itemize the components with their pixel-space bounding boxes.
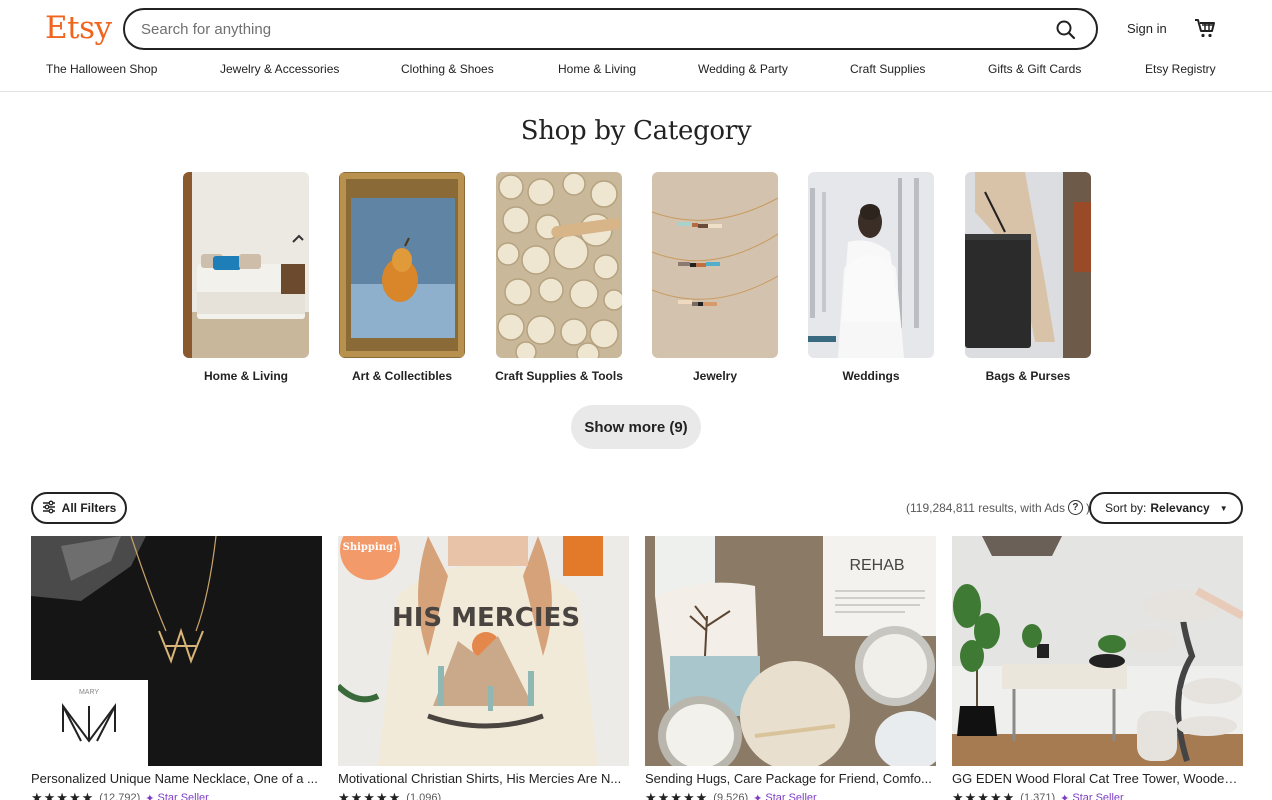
listing-card[interactable]: GG EDEN Wood Floral Cat Tree Tower, Wood… xyxy=(952,536,1243,800)
category-image xyxy=(339,172,465,358)
listing-rating: ★★★★★ (1,371) ✦ Star Seller xyxy=(952,790,1243,800)
category-jewelry[interactable]: Jewelry xyxy=(652,172,778,383)
nav-home-living[interactable]: Home & Living xyxy=(558,62,636,76)
results-count-text: (119,284,811 results, with Ads xyxy=(906,500,1065,515)
sign-in-link[interactable]: Sign in xyxy=(1127,21,1167,36)
listing-rating: ★★★★★ (9,526) ✦ Star Seller xyxy=(645,790,936,800)
listing-card[interactable]: Shipping! HIS MERCIES Motivational Chris… xyxy=(338,536,629,800)
nav-halloween-shop[interactable]: The Halloween Shop xyxy=(46,62,157,76)
review-count: (12,792) xyxy=(99,792,141,800)
category-weddings[interactable]: Weddings xyxy=(808,172,934,383)
nav-gifts-gift-cards[interactable]: Gifts & Gift Cards xyxy=(988,62,1081,76)
listing-rating: ★★★★★ (12,792) ✦ Star Seller xyxy=(31,790,322,800)
listing-card[interactable]: REHAB Sending Hugs, Care Package for Fri… xyxy=(645,536,936,800)
category-nav: The Halloween Shop Jewelry & Accessories… xyxy=(0,60,1272,80)
sort-dropdown[interactable]: Sort by: Relevancy ▼ xyxy=(1089,492,1243,524)
star-rating-icon: ★★★★★ xyxy=(338,790,402,800)
category-label: Bags & Purses xyxy=(985,369,1071,383)
category-image xyxy=(183,172,309,358)
filter-sliders-icon xyxy=(42,500,56,517)
nav-wedding-party[interactable]: Wedding & Party xyxy=(698,62,788,76)
star-seller-icon: ✦ xyxy=(1060,792,1070,800)
nav-jewelry-accessories[interactable]: Jewelry & Accessories xyxy=(220,62,339,76)
results-count: (119,284,811 results, with Ads ? ) xyxy=(906,500,1090,515)
listing-rating: ★★★★★ (1,096) xyxy=(338,790,629,800)
star-seller-badge: ✦ Star Seller xyxy=(753,792,817,800)
site-header: Etsy Sign in The Halloween Shop Jewelry … xyxy=(0,0,1272,92)
all-filters-button[interactable]: All Filters xyxy=(31,492,127,524)
star-seller-badge: ✦ Star Seller xyxy=(1060,792,1124,800)
search-bar[interactable] xyxy=(123,8,1098,50)
star-seller-icon: ✦ xyxy=(145,792,155,800)
caret-down-icon: ▼ xyxy=(1219,503,1228,513)
show-more-categories-button[interactable]: Show more (9) xyxy=(571,405,701,449)
search-icon[interactable] xyxy=(1054,18,1078,42)
star-rating-icon: ★★★★★ xyxy=(952,790,1016,800)
all-filters-label: All Filters xyxy=(61,501,117,515)
category-home-living[interactable]: Home & Living xyxy=(183,172,309,383)
category-art-collectibles[interactable]: Art & Collectibles xyxy=(339,172,465,383)
review-count: (1,371) xyxy=(1020,792,1056,800)
etsy-logo[interactable]: Etsy xyxy=(45,10,112,46)
listing-title[interactable]: Motivational Christian Shirts, His Merci… xyxy=(338,771,629,786)
listing-card[interactable]: MARY Personalized Unique Name Necklace, … xyxy=(31,536,322,800)
star-rating-icon: ★★★★★ xyxy=(645,790,709,800)
listing-overlay-text: MARY xyxy=(79,689,99,696)
listing-image: REHAB xyxy=(645,536,936,766)
listing-image: MARY xyxy=(31,536,322,766)
cart-icon[interactable] xyxy=(1193,16,1217,40)
listing-image: Shipping! HIS MERCIES xyxy=(338,536,629,766)
nav-etsy-registry[interactable]: Etsy Registry xyxy=(1145,62,1216,76)
star-seller-icon: ✦ xyxy=(753,792,763,800)
help-question-icon[interactable]: ? xyxy=(1067,500,1083,515)
listing-overlay-text: HIS MERCIES xyxy=(392,603,580,633)
nav-craft-supplies[interactable]: Craft Supplies xyxy=(850,62,925,76)
category-bags-purses[interactable]: Bags & Purses xyxy=(965,172,1091,383)
search-input[interactable] xyxy=(141,20,1021,38)
review-count: (1,096) xyxy=(406,792,442,800)
category-image xyxy=(965,172,1091,358)
listing-title[interactable]: Sending Hugs, Care Package for Friend, C… xyxy=(645,771,936,786)
category-image xyxy=(652,172,778,358)
review-count: (9,526) xyxy=(713,792,749,800)
category-craft-supplies-tools[interactable]: Craft Supplies & Tools xyxy=(495,172,623,383)
category-image xyxy=(496,172,622,358)
sort-prefix: Sort by: xyxy=(1105,501,1147,515)
star-seller-badge: ✦ Star Seller xyxy=(145,792,209,800)
shop-by-category-title: Shop by Category xyxy=(520,116,752,146)
listing-sticker-text: Shipping! xyxy=(343,542,398,553)
listing-overlay-text: REHAB xyxy=(849,557,904,574)
nav-clothing-shoes[interactable]: Clothing & Shoes xyxy=(401,62,494,76)
listing-image xyxy=(952,536,1243,766)
listing-title[interactable]: Personalized Unique Name Necklace, One o… xyxy=(31,771,322,786)
sort-value: Relevancy xyxy=(1150,501,1210,515)
listing-title[interactable]: GG EDEN Wood Floral Cat Tree Tower, Wood… xyxy=(952,771,1243,786)
star-rating-icon: ★★★★★ xyxy=(31,790,95,800)
category-image xyxy=(808,172,934,358)
